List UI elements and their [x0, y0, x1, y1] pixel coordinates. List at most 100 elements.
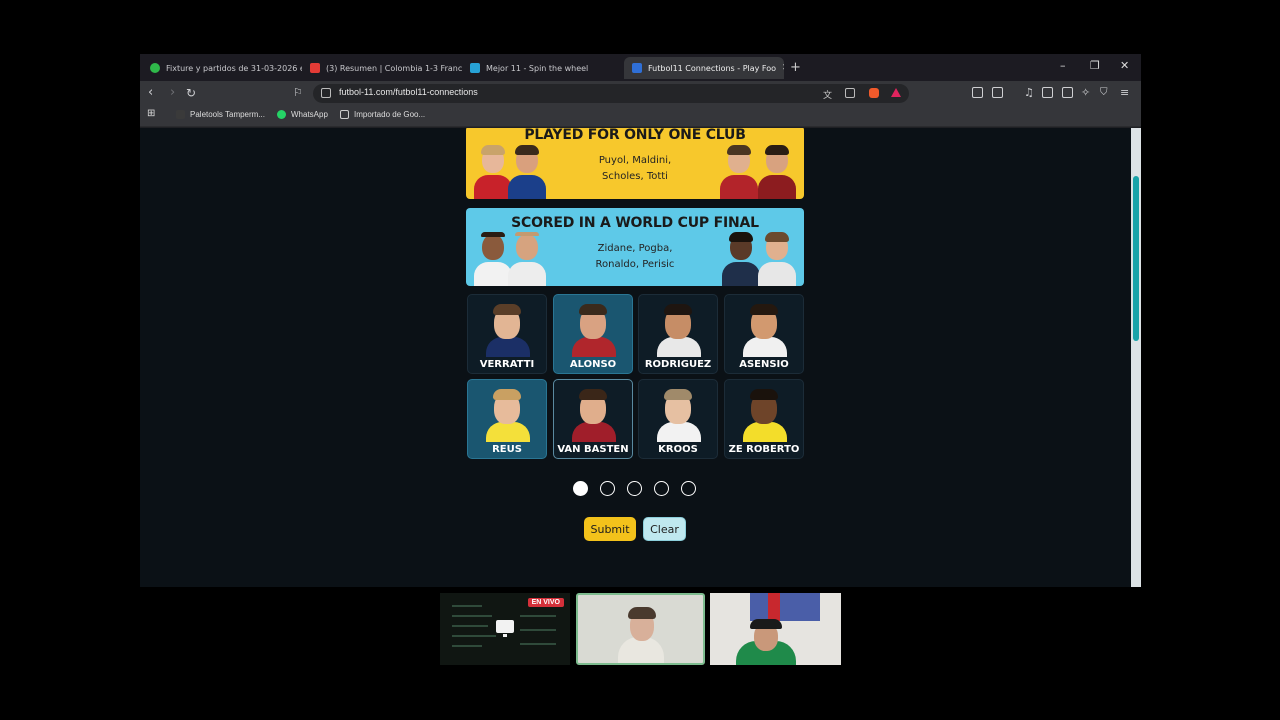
player-card-kroos[interactable]: KROOS [638, 379, 718, 459]
wallet-icon[interactable] [1062, 87, 1073, 98]
player-name: RODRIGUEZ [644, 359, 712, 370]
attempt-dot-used [573, 481, 588, 496]
bookmark-whatsapp[interactable]: WhatsApp [277, 110, 328, 119]
bookmarks-bar: ⊞ Paletools Tamperm... WhatsApp Importad… [140, 106, 1141, 127]
tab-title: Fixture y partidos de 31-03-2026 en [166, 63, 302, 73]
player-photo [474, 232, 512, 286]
bookmark-paletools[interactable]: Paletools Tamperm... [176, 110, 265, 119]
group-title: PLAYED FOR ONLY ONE CLUB [524, 128, 746, 143]
menu-icon[interactable]: ≡ [1120, 85, 1129, 101]
leo-ai-icon[interactable]: ✧ [1081, 85, 1090, 101]
minimize-button[interactable]: – [1060, 59, 1066, 72]
tab-fixture[interactable]: Fixture y partidos de 31-03-2026 en [142, 57, 302, 79]
wheel-icon [470, 63, 480, 73]
shared-screen-line [452, 605, 482, 607]
shared-screen-line [520, 615, 556, 617]
translate-icon[interactable]: 文 [823, 88, 833, 101]
folder-dark-icon [176, 110, 185, 119]
player-card-alonso[interactable]: ALONSO [553, 294, 633, 374]
attempt-dot [654, 481, 669, 496]
player-card-rodriguez[interactable]: RODRIGUEZ [638, 294, 718, 374]
back-icon[interactable]: ‹ [148, 85, 153, 101]
close-icon[interactable]: ✕ [782, 63, 784, 73]
share-icon[interactable] [845, 88, 855, 98]
player-name: ALONSO [569, 359, 617, 370]
participant-screen-share[interactable]: EN VIVO [440, 593, 570, 665]
player-photo [758, 232, 796, 286]
player-card-ze-roberto[interactable]: ZE ROBERTO [724, 379, 804, 459]
browser-window: Fixture y partidos de 31-03-2026 en (3) … [140, 54, 1141, 587]
restore-button[interactable]: ❐ [1090, 59, 1100, 72]
scrollbar-thumb[interactable] [1133, 176, 1139, 341]
player-photo [508, 232, 546, 286]
bookmark-icon[interactable]: ⚐ [293, 85, 303, 101]
player-photo [474, 145, 512, 199]
page-viewport: PLAYED FOR ONLY ONE CLUB Puyol, Maldini,… [140, 128, 1141, 587]
tab-spin-wheel[interactable]: Mejor 11 - Spin the wheel [462, 57, 622, 79]
shared-screen-line [452, 625, 488, 627]
youtube-icon [310, 63, 320, 73]
solved-group-one-club: PLAYED FOR ONLY ONE CLUB Puyol, Maldini,… [466, 128, 804, 199]
player-name: VAN BASTEN [557, 444, 629, 455]
tab-futbol11[interactable]: Futbol11 Connections - Play Foo ✕ [624, 57, 784, 79]
player-card-van-basten[interactable]: VAN BASTEN [553, 379, 633, 459]
soccer-ball-icon [150, 63, 160, 73]
shared-screen-line [452, 635, 496, 637]
shared-screen-line [452, 615, 492, 617]
brave-rewards-icon[interactable] [891, 88, 901, 97]
player-photo [508, 145, 546, 199]
player-card-reus[interactable]: REUS [467, 379, 547, 459]
participant-video-1[interactable] [576, 593, 705, 665]
attempt-dot [681, 481, 696, 496]
group-title: SCORED IN A WORLD CUP FINAL [511, 215, 759, 231]
tab-title: Futbol11 Connections - Play Foo [648, 63, 777, 73]
bookmark-label: Paletools Tamperm... [190, 110, 265, 119]
shared-screen-line [520, 643, 556, 645]
bookmark-label: WhatsApp [291, 110, 328, 119]
address-bar[interactable]: futbol-11.com/futbol11-connections 文 [313, 84, 909, 103]
whatsapp-icon [277, 110, 286, 119]
participant-video-2[interactable] [710, 593, 841, 665]
music-icon[interactable]: ♫ [1024, 85, 1034, 101]
forward-icon[interactable]: › [170, 85, 175, 101]
url-text: futbol-11.com/futbol11-connections [339, 87, 478, 97]
person-body [618, 637, 664, 663]
shared-screen-line [452, 645, 482, 647]
sidebar-icon[interactable] [1042, 87, 1053, 98]
attempts-indicator [573, 481, 696, 496]
page-scrollbar[interactable] [1131, 128, 1141, 587]
extensions-icon[interactable] [972, 87, 983, 98]
submit-button[interactable]: Submit [584, 517, 636, 541]
reload-icon[interactable]: ↻ [186, 85, 196, 101]
screen-share-icon [496, 620, 514, 637]
tab-strip: Fixture y partidos de 31-03-2026 en (3) … [140, 54, 1141, 81]
person-hair [628, 607, 656, 619]
player-card-asensio[interactable]: ASENSIO [724, 294, 804, 374]
clear-button[interactable]: Clear [643, 517, 686, 541]
player-photo [720, 145, 758, 199]
folder-icon [340, 110, 349, 119]
shared-screen-line [520, 629, 556, 631]
tab-youtube[interactable]: (3) Resumen | Colombia 1-3 Francia | [302, 57, 462, 79]
player-name: KROOS [658, 444, 698, 455]
close-window-button[interactable]: ✕ [1120, 59, 1129, 72]
new-tab-button[interactable]: + [790, 60, 801, 75]
brave-shield-icon[interactable] [869, 88, 879, 98]
site-info-icon[interactable] [321, 88, 331, 98]
tab-title: Mejor 11 - Spin the wheel [486, 63, 589, 73]
player-photo [758, 145, 796, 199]
player-photo [722, 232, 760, 286]
live-badge: EN VIVO [527, 598, 564, 607]
player-name: ZE ROBERTO [728, 444, 800, 455]
apps-grid-icon[interactable]: ⊞ [147, 108, 155, 119]
screenshot-icon[interactable] [992, 87, 1003, 98]
vpn-shield-icon[interactable]: ⛉ [1100, 85, 1108, 101]
player-card-verratti[interactable]: VERRATTI [467, 294, 547, 374]
player-name: ASENSIO [739, 359, 789, 370]
background-jerseys [750, 593, 820, 621]
bookmark-importado[interactable]: Importado de Goo... [340, 110, 425, 119]
attempt-dot [627, 481, 642, 496]
headphones-icon [750, 619, 782, 629]
player-name: REUS [492, 444, 522, 455]
futbol11-icon [632, 63, 642, 73]
